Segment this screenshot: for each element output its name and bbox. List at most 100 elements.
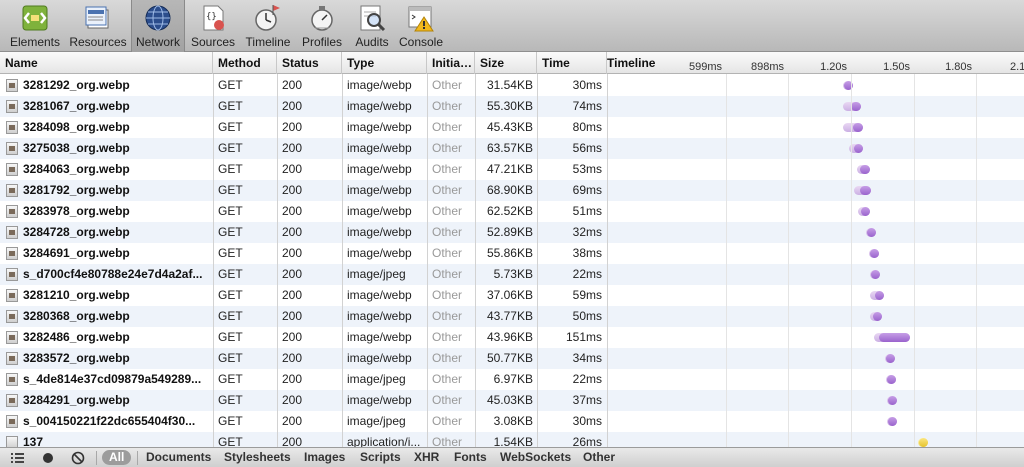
clear-button[interactable] [68,450,88,466]
request-initiator: Other [432,351,463,365]
table-row[interactable]: 3282486_org.webp GET 200 image/webp Other 43.… [0,327,1024,348]
tab-audits[interactable]: Audits [350,0,394,52]
request-time: 50ms [572,309,602,323]
table-row[interactable]: 3281292_org.webp GET 200 image/webp Other 31.… [0,75,1024,96]
timeline-bar[interactable] [843,123,863,132]
request-method: GET [218,435,243,447]
timeline-bar[interactable] [887,417,898,426]
large-rows-button[interactable] [7,450,27,466]
record-button[interactable] [38,450,58,466]
timeline-bar[interactable] [869,270,880,279]
timeline-bar[interactable] [856,165,870,174]
request-size: 47.21KB [486,162,533,176]
table-row[interactable]: 3284691_org.webp GET 200 image/webp Other 55.… [0,243,1024,264]
table-row[interactable]: 3283572_org.webp GET 200 image/webp Other 50.… [0,348,1024,369]
timeline-bar[interactable] [854,186,872,195]
timeline-bar[interactable] [866,228,877,237]
tab-sources[interactable]: {} Sources [189,0,237,52]
table-row[interactable]: 137 GET 200 application/i... Other 1.54KB 26ms [0,432,1024,447]
column-header-status[interactable]: Status [277,52,342,74]
filter-all[interactable]: All [102,450,132,465]
timeline-bar-receiving [885,354,895,363]
table-row[interactable]: 3284291_org.webp GET 200 image/webp Other 45.… [0,390,1024,411]
request-name: s_4de814e37cd09879a549289... [0,369,213,390]
filter-stylesheets[interactable]: Stylesheets [224,448,291,467]
column-header-method[interactable]: Method [213,52,277,74]
table-row[interactable]: 3280368_org.webp GET 200 image/webp Other 43.… [0,306,1024,327]
timeline-bar[interactable] [857,207,871,216]
file-icon [6,226,18,239]
request-name-text: s_d700cf4e80788e24e7d4a2af... [23,267,203,281]
timeline-bar-receiving [873,312,883,321]
filter-fonts[interactable]: Fonts [454,448,487,467]
column-header-type[interactable]: Type [342,52,427,74]
table-row[interactable]: 3281210_org.webp GET 200 image/webp Other 37.… [0,285,1024,306]
filter-websockets[interactable]: WebSockets [500,448,571,467]
request-time: 80ms [572,120,602,134]
filter-images[interactable]: Images [304,448,345,467]
tab-label: Network [135,35,180,49]
timeline-bar[interactable] [917,438,928,447]
timeline-bar-receiving [869,249,879,258]
tab-timeline[interactable]: Timeline [243,0,293,52]
timeline-bar[interactable] [870,312,883,321]
request-size: 37.06KB [486,288,533,302]
table-row[interactable]: 3284098_org.webp GET 200 image/webp Other 45.… [0,117,1024,138]
profiles-icon [307,3,337,33]
timeline-bar[interactable] [870,291,885,300]
column-header-initiator[interactable]: Initia… [427,52,475,74]
request-name-text: 3283978_org.webp [23,204,130,218]
request-type: image/webp [347,225,412,239]
request-size: 55.30KB [486,99,533,113]
column-header-name[interactable]: Name [0,52,213,74]
request-method: GET [218,351,243,365]
column-header-size[interactable]: Size [475,52,537,74]
table-row[interactable]: 3281792_org.webp GET 200 image/webp Other 68.… [0,180,1024,201]
filter-documents[interactable]: Documents [146,448,211,467]
tab-profiles[interactable]: Profiles [298,0,346,52]
request-size: 50.77KB [486,351,533,365]
table-row[interactable]: 3284728_org.webp GET 200 image/webp Other 52.… [0,222,1024,243]
timeline-bar[interactable] [843,102,862,111]
request-type: image/webp [347,162,412,176]
timeline-bar[interactable] [873,333,911,342]
tab-network[interactable]: Network [131,0,185,52]
file-icon [6,184,18,197]
request-name-text: 3284063_org.webp [23,162,130,176]
request-initiator: Other [432,162,463,176]
request-time: 34ms [572,351,602,365]
filter-xhr[interactable]: XHR [414,448,439,467]
request-status: 200 [282,183,303,197]
timeline-bar-receiving [874,291,885,300]
tab-elements[interactable]: Elements [6,0,64,52]
timeline-bar[interactable] [885,375,896,384]
request-time: 151ms [565,330,602,344]
table-row[interactable]: s_d700cf4e80788e24e7d4a2af... GET 200 image… [0,264,1024,285]
timeline-bar[interactable] [886,396,897,405]
table-row[interactable]: s_004150221f22dc655404f30... GET 200 image/… [0,411,1024,432]
request-method: GET [218,183,243,197]
timeline-bar[interactable] [884,354,895,363]
column-divider [342,52,343,447]
table-row[interactable]: 3275038_org.webp GET 200 image/webp Other 63.… [0,138,1024,159]
request-size: 3.08KB [493,414,533,428]
tab-resources[interactable]: Resources [67,0,129,52]
timeline-bar[interactable] [868,249,879,258]
column-header-time[interactable]: Time [537,52,607,74]
tab-console[interactable]: Console [397,0,445,52]
request-name-text: 3281067_org.webp [23,99,130,113]
table-row[interactable]: 3283978_org.webp GET 200 image/webp Other 62.… [0,201,1024,222]
file-icon [6,205,18,218]
filter-scripts[interactable]: Scripts [360,448,401,467]
timeline-bar-receiving [861,207,871,216]
table-row[interactable]: 3281067_org.webp GET 200 image/webp Other 55.… [0,96,1024,117]
timeline-tick-label: 898ms [750,61,784,73]
request-status: 200 [282,225,303,239]
filter-other[interactable]: Other [583,448,615,467]
table-row[interactable]: 3284063_org.webp GET 200 image/webp Other 47.… [0,159,1024,180]
table-row[interactable]: s_4de814e37cd09879a549289... GET 200 image/… [0,369,1024,390]
tab-label: Audits [355,35,389,49]
request-method: GET [218,78,243,92]
request-initiator: Other [432,225,463,239]
separator [96,451,97,465]
